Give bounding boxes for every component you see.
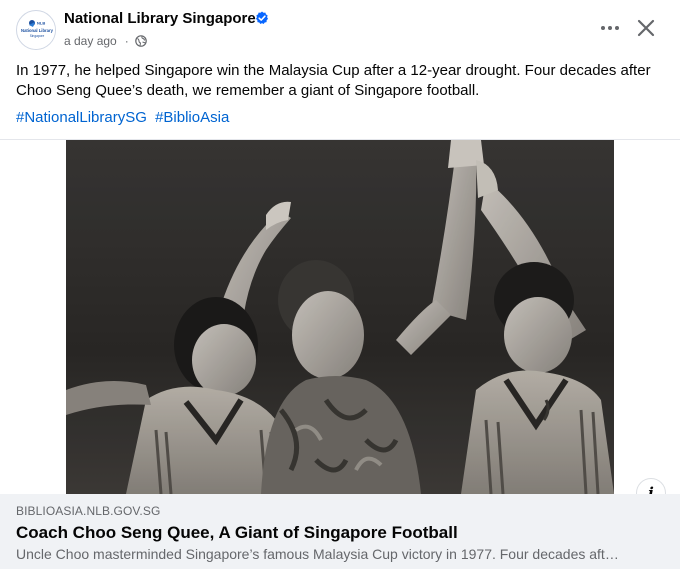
logo-text-1: NLB [37, 21, 45, 26]
globe-icon [134, 35, 147, 47]
logo-text-3: Singapore [30, 34, 45, 38]
post-hashtags: #NationalLibrarySG #BiblioAsia [16, 108, 229, 128]
post-header: NLB National Library Singapore National … [0, 0, 680, 58]
more-options-icon [601, 26, 619, 30]
football-celebration-photo [66, 140, 614, 494]
hashtag-link-biblioasia[interactable]: #BiblioAsia [155, 109, 229, 126]
post-photo[interactable] [66, 140, 614, 494]
post-meta: a day ago · [64, 34, 147, 48]
page-avatar[interactable]: NLB National Library Singapore [16, 10, 56, 50]
verified-badge-icon [255, 11, 269, 25]
post-text: In 1977, he helped Singapore win the Mal… [16, 62, 651, 99]
logo-text-2: National Library [21, 28, 54, 33]
meta-separator: · [124, 34, 129, 48]
link-description: Uncle Choo masterminded Singapore’s famo… [16, 546, 619, 562]
link-preview-card[interactable]: BIBLIOASIA.NLB.GOV.SG Coach Choo Seng Qu… [0, 494, 680, 569]
close-button[interactable] [634, 16, 658, 40]
post-media[interactable] [0, 140, 680, 494]
hashtag-link-nationallibrarysg[interactable]: #NationalLibrarySG [16, 109, 147, 126]
link-title[interactable]: Coach Choo Seng Quee, A Giant of Singapo… [16, 523, 458, 543]
link-domain: BIBLIOASIA.NLB.GOV.SG [16, 504, 161, 518]
more-options-button[interactable] [596, 16, 624, 40]
close-icon [637, 19, 655, 37]
page-name-link[interactable]: National Library Singapore [64, 10, 256, 27]
post-timestamp[interactable]: a day ago [64, 34, 117, 48]
nlb-logo: NLB National Library Singapore [18, 12, 55, 49]
